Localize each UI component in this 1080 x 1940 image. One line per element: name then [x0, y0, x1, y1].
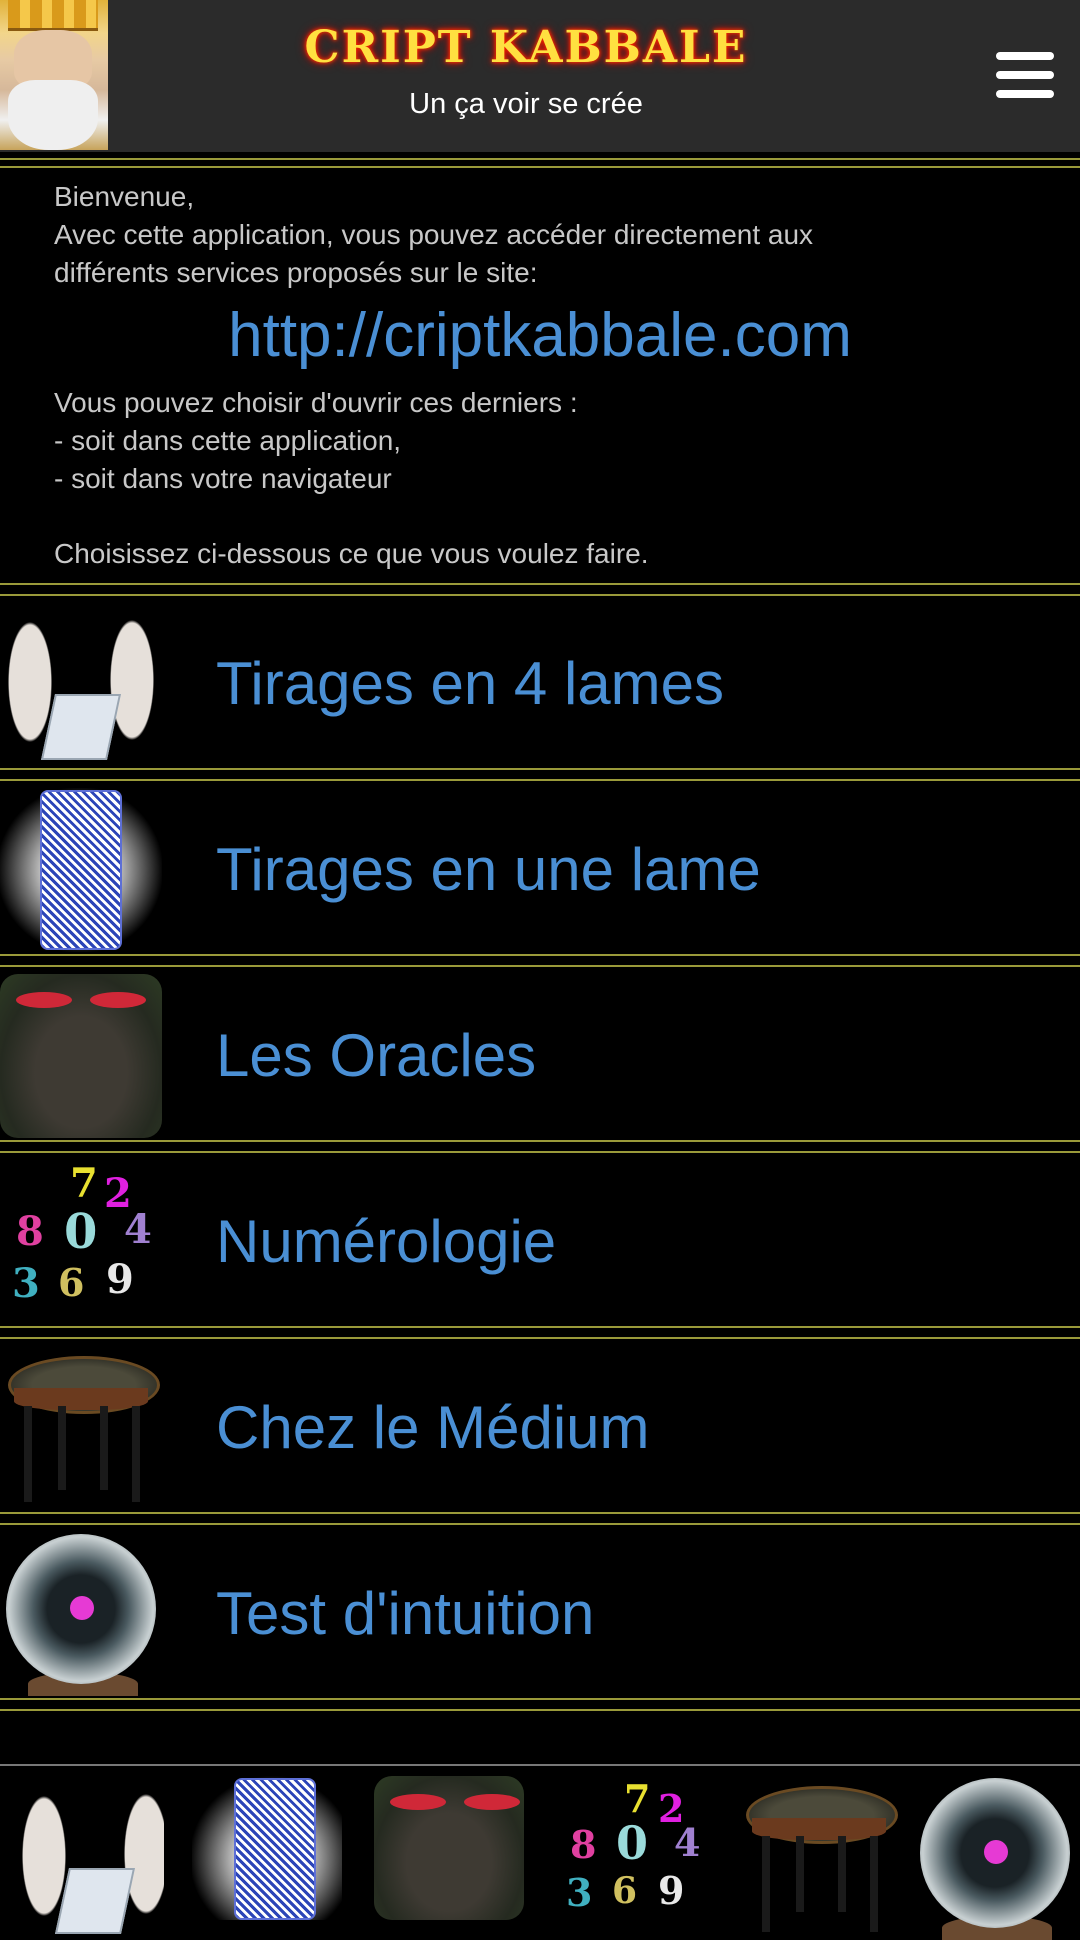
divider — [0, 1151, 1080, 1153]
welcome-text: Bienvenue, — [54, 181, 195, 212]
hamburger-menu-icon[interactable] — [990, 48, 1054, 102]
intro-options: Vous pouvez choisir d'ouvrir ces dernier… — [54, 384, 1034, 498]
intro-line: Avec cette application, vous pouvez accé… — [54, 219, 814, 250]
menu-item-medium[interactable]: Chez le Médium — [0, 1342, 1080, 1514]
divider — [0, 965, 1080, 967]
divider — [0, 583, 1080, 585]
menu-item-test-intuition[interactable]: Test d'intuition — [0, 1528, 1080, 1700]
crystal-ball-icon[interactable] — [914, 1776, 1070, 1940]
card-back-icon — [0, 788, 162, 952]
card-back-icon[interactable] — [192, 1776, 342, 1920]
oracle-face-icon — [0, 974, 162, 1138]
numbers-icon: 7 2 8 0 4 3 6 9 — [0, 1160, 162, 1324]
menu-item-label: Tirages en 4 lames — [216, 650, 725, 717]
site-link[interactable]: http://criptkabbale.com — [0, 300, 1080, 371]
divider — [0, 166, 1080, 168]
divider — [0, 1698, 1080, 1700]
app-title: CRIPT KABBALE — [304, 22, 748, 73]
menu-item-oracles[interactable]: Les Oracles — [0, 970, 1080, 1142]
divider — [0, 1326, 1080, 1328]
divider — [0, 158, 1080, 160]
menu-item-label: Les Oracles — [216, 1022, 537, 1089]
menu-item-numerologie[interactable]: 7 2 8 0 4 3 6 9 Numérologie — [0, 1156, 1080, 1328]
intro-text: Bienvenue, Avec cette application, vous … — [54, 178, 1034, 292]
divider — [0, 954, 1080, 956]
menu-item-label: Tirages en une lame — [216, 836, 761, 903]
divider — [0, 1512, 1080, 1514]
hands-book-icon[interactable] — [14, 1776, 164, 1934]
menu-item-tirages-4-lames[interactable]: Tirages en 4 lames — [0, 598, 1080, 770]
intro-line: Vous pouvez choisir d'ouvrir ces dernier… — [54, 387, 578, 418]
app-subtitle: Un ça voir se crée — [409, 88, 643, 120]
bottom-nav-bar: 7 2 8 0 4 3 6 9 — [0, 1766, 1080, 1940]
intro-line: différents services proposés sur le site… — [54, 257, 538, 288]
divider — [0, 1523, 1080, 1525]
medium-table-icon[interactable] — [738, 1776, 898, 1932]
divider — [0, 1709, 1080, 1711]
oracle-face-icon[interactable] — [374, 1776, 524, 1920]
choose-instruction: Choisissez ci-dessous ce que vous voulez… — [54, 538, 649, 569]
app-header: CRIPT KABBALE Un ça voir se crée — [0, 0, 1080, 152]
numbers-icon[interactable]: 7 2 8 0 4 3 6 9 — [554, 1776, 704, 1920]
medium-table-icon — [0, 1346, 162, 1510]
intro-line: - soit dans cette application, — [54, 425, 402, 456]
menu-item-label: Numérologie — [216, 1208, 557, 1275]
divider — [0, 1337, 1080, 1339]
divider — [0, 594, 1080, 596]
divider — [0, 1140, 1080, 1142]
hands-book-icon — [0, 602, 162, 766]
crystal-ball-icon — [0, 1532, 162, 1696]
intro-line: - soit dans votre navigateur — [54, 463, 392, 494]
divider — [0, 779, 1080, 781]
menu-item-tirages-une-lame[interactable]: Tirages en une lame — [0, 784, 1080, 956]
menu-item-label: Chez le Médium — [216, 1394, 650, 1461]
menu-item-label: Test d'intuition — [216, 1580, 595, 1647]
king-logo-icon — [0, 0, 108, 150]
divider — [0, 768, 1080, 770]
